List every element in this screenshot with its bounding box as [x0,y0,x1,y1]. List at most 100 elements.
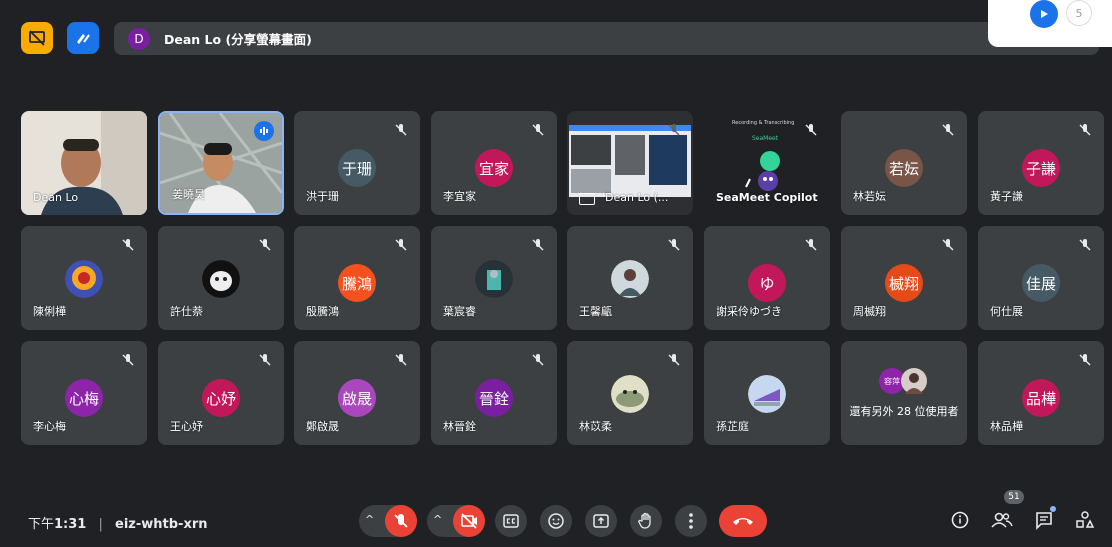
participant-tile[interactable]: 楲翔 周楲翔 [841,226,967,330]
mic-off-icon [395,354,407,366]
reactions-button[interactable] [540,505,572,537]
participant-name: 林品樺 [990,420,1023,433]
leave-call-button[interactable] [719,505,767,537]
present-now-button[interactable] [585,505,617,537]
profile-photo [202,260,240,298]
participant-tile[interactable]: 佳展 何仕展 [978,226,1104,330]
mic-control: ^ [359,505,417,537]
participant-tile[interactable]: 心妤 王心妤 [158,341,284,445]
mic-off-icon [805,239,817,251]
meeting-details-button[interactable] [948,508,972,532]
more-participants-label: 還有另外 28 位使用者 [849,405,959,418]
participant-tile[interactable]: 許仕萘 [158,226,284,330]
participant-tile[interactable]: 孫芷庭 [704,341,830,445]
participant-name: SeaMeet Copilot [716,191,818,204]
participant-tile[interactable]: ゆ 謝采伶ゆづき [704,226,830,330]
emoji-icon [548,513,564,529]
mic-off-icon [668,239,680,251]
avatar: 楲翔 [885,264,923,302]
avatar: 若妘 [885,149,923,187]
meeting-time: 1:31 [54,517,87,532]
mic-options-chevron-icon[interactable]: ^ [365,513,374,526]
whiteboard-pen-icon[interactable] [67,22,99,54]
avatar: ゆ [748,264,786,302]
participant-name: 姜曉昊 [172,188,205,201]
participant-name: 黃子謙 [990,190,1023,203]
participant-name: 葉宸睿 [443,305,476,318]
camera-toggle-button[interactable] [453,505,485,537]
presenter-label: Dean Lo (分享螢幕畫面) [164,32,312,47]
present-icon [579,193,595,205]
participant-name: 李心梅 [33,420,66,433]
participant-name: 李宜家 [443,190,476,203]
avatar: 于珊 [338,149,376,187]
participant-name: 林苡柔 [579,420,612,433]
avatar: 晉銓 [475,379,513,417]
mic-toggle-button[interactable] [385,505,417,537]
participant-tile[interactable]: 子謙 黃子謙 [978,111,1104,215]
profile-photo [65,260,103,298]
activities-shapes-icon [1076,511,1095,528]
bottom-bar: 下午1:31 | eiz-whtb-xrn ^ ^ 51 [0,490,1112,547]
participant-tile[interactable]: 心梅 李心梅 [21,341,147,445]
chat-button[interactable] [1032,506,1056,532]
participant-tile[interactable]: 于珊 洪于珊 [294,111,420,215]
participant-tile[interactable]: 啟晟 鄭啟晟 [294,341,420,445]
presenter-banner[interactable]: D Dean Lo (分享螢幕畫面) [114,22,1099,55]
participant-count-badge: 51 [1004,490,1024,504]
participant-tile-active-speaker[interactable]: 姜曉昊 [158,111,284,215]
participant-name: 孫芷庭 [716,420,749,433]
camera-control: ^ [427,505,485,537]
mic-off-icon [532,124,544,136]
mic-off-icon [259,354,271,366]
camera-off-icon [461,513,477,529]
mic-off-icon [395,239,407,251]
participant-tile[interactable]: 葉宸睿 [431,226,557,330]
participant-name: 陳俐樺 [33,305,66,318]
participant-tile[interactable]: 騰鴻 殷騰鴻 [294,226,420,330]
participant-name: 王馨甂 [579,305,612,318]
avatar: 子謙 [1022,149,1060,187]
participant-name: 何仕展 [990,305,1023,318]
mic-off-icon [1079,239,1091,251]
speaking-indicator-icon [254,121,274,141]
mic-off-icon [1079,124,1091,136]
participant-tile[interactable]: 林苡柔 [567,341,693,445]
recording-popup: 5 [988,0,1112,47]
mic-off-icon [394,514,408,528]
participant-tile[interactable]: 若妘 林若妘 [841,111,967,215]
participant-tile[interactable]: 王馨甂 [567,226,693,330]
participant-tile[interactable]: 晉銓 林晉銓 [431,341,557,445]
secondary-button[interactable]: 5 [1066,0,1092,26]
play-button[interactable] [1030,0,1058,28]
screen-share-off-icon[interactable] [21,22,53,54]
people-button[interactable] [990,508,1014,532]
more-options-button[interactable] [675,505,707,537]
more-vert-icon [689,513,693,529]
avatar: 佳展 [1022,264,1060,302]
participant-tile-screen-share[interactable]: Dean Lo (... [567,111,693,215]
people-icon [991,512,1013,528]
top-bar: D Dean Lo (分享螢幕畫面) 5 [0,0,1112,80]
camera-options-chevron-icon[interactable]: ^ [433,513,442,526]
participant-tile-bot[interactable]: Recording & Transcribing SeaMeet SeaMeet… [704,111,830,215]
present-screen-icon [593,514,609,528]
info-icon [951,511,969,529]
participant-tile-dean-lo[interactable]: Dean Lo [21,111,147,215]
more-participants-tile[interactable]: 容萍 還有另外 28 位使用者 [841,341,967,445]
chat-icon [1036,512,1052,530]
participant-name: 洪于珊 [306,190,339,203]
participant-tile[interactable]: 陳俐樺 [21,226,147,330]
participant-name: Dean Lo [33,191,79,204]
hang-up-icon [733,518,753,525]
activities-button[interactable] [1073,508,1097,532]
participant-tile[interactable]: 品樺 林品樺 [978,341,1104,445]
participant-tile[interactable]: 宜家 李宜家 [431,111,557,215]
participant-name: 王心妤 [170,420,203,433]
recording-caption: Recording & Transcribing [732,120,795,126]
participant-name: 殷騰鴻 [306,305,339,318]
raise-hand-button[interactable] [630,505,662,537]
time-prefix: 下午 [28,517,55,532]
captions-button[interactable] [495,505,527,537]
participant-name: 林若妘 [853,190,886,203]
